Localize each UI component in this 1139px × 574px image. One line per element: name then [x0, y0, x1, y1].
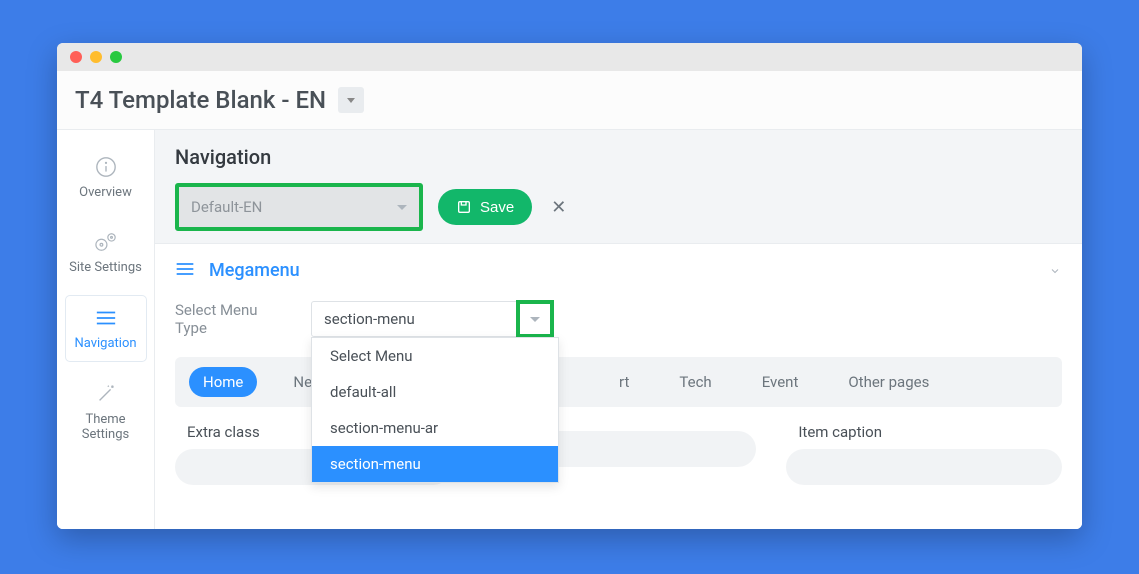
window-close-dot[interactable]: [70, 51, 82, 63]
item-caption-input[interactable]: [786, 449, 1062, 485]
menu-type-caret[interactable]: [516, 300, 554, 338]
menu-items-tabs: Home News rt Tech Event Other pages: [175, 357, 1062, 407]
tab-home[interactable]: Home: [189, 367, 257, 397]
tab-event[interactable]: Event: [748, 367, 813, 397]
select-menu-row: Select Menu Type section-menu Select Men…: [175, 301, 1062, 337]
app-window: T4 Template Blank - EN Overview Site Set…: [57, 43, 1082, 529]
save-icon: [456, 199, 472, 215]
sidebar-item-overview[interactable]: Overview: [65, 145, 147, 210]
panel-title: Megamenu: [209, 260, 300, 281]
sidebar-item-navigation[interactable]: Navigation: [65, 295, 147, 362]
sidebar-item-label: Theme Settings: [69, 412, 143, 442]
app-body: Overview Site Settings Navigation Theme …: [57, 130, 1082, 529]
window-min-dot[interactable]: [90, 51, 102, 63]
sidebar-item-site-settings[interactable]: Site Settings: [65, 220, 147, 285]
select-menu-label: Select Menu Type: [175, 301, 291, 337]
menu-type-select[interactable]: section-menu: [311, 301, 553, 337]
page-title: T4 Template Blank - EN: [75, 86, 326, 114]
item-fields-row: Extra class Item caption: [175, 423, 1062, 485]
mac-titlebar: [57, 43, 1082, 71]
save-button[interactable]: Save: [438, 189, 532, 225]
main-toolbar: Navigation Default-EN Save ✕: [155, 130, 1082, 243]
dropdown-option[interactable]: Select Menu: [312, 338, 558, 374]
save-button-label: Save: [480, 199, 514, 216]
window-max-dot[interactable]: [110, 51, 122, 63]
close-icon[interactable]: ✕: [547, 193, 570, 222]
gears-icon: [69, 230, 143, 254]
megamenu-panel: Megamenu Select Menu Type section-menu: [155, 243, 1082, 529]
toolbar: Default-EN Save ✕: [175, 183, 1062, 231]
dropdown-option[interactable]: section-menu-ar: [312, 410, 558, 446]
field-label: Item caption: [786, 423, 1062, 441]
chevron-down-icon: [347, 98, 355, 103]
menu-type-select-wrap: section-menu Select Menu default-all sec…: [311, 301, 553, 337]
template-switch-dropdown[interactable]: [338, 87, 364, 113]
layout-select-value: Default-EN: [191, 198, 262, 216]
sidebar-item-label: Site Settings: [69, 260, 143, 275]
sidebar: Overview Site Settings Navigation Theme …: [57, 130, 155, 529]
chevron-down-icon: [397, 205, 407, 210]
layout-select[interactable]: Default-EN: [175, 183, 423, 231]
chevron-down-icon: [1048, 264, 1062, 278]
wand-icon: [69, 382, 143, 406]
app-header: T4 Template Blank - EN: [57, 71, 1082, 130]
menu-type-value: section-menu: [324, 310, 415, 328]
menu-type-dropdown: Select Menu default-all section-menu-ar …: [311, 337, 559, 483]
info-icon: [69, 155, 143, 179]
tab-rt[interactable]: rt: [605, 367, 643, 397]
section-title: Navigation: [175, 145, 1062, 169]
sidebar-item-label: Navigation: [70, 336, 142, 351]
tab-tech[interactable]: Tech: [665, 367, 725, 397]
dropdown-option[interactable]: default-all: [312, 374, 558, 410]
chevron-down-icon: [530, 317, 540, 322]
menu-icon: [175, 261, 195, 281]
dropdown-option-selected[interactable]: section-menu: [312, 446, 558, 482]
item-caption-field: Item caption: [786, 423, 1062, 485]
tab-other-pages[interactable]: Other pages: [834, 367, 943, 397]
menu-icon: [70, 306, 142, 330]
sidebar-item-label: Overview: [69, 185, 143, 200]
panel-head[interactable]: Megamenu: [175, 260, 1062, 281]
main-area: Navigation Default-EN Save ✕: [155, 130, 1082, 529]
sidebar-item-theme-settings[interactable]: Theme Settings: [65, 372, 147, 452]
